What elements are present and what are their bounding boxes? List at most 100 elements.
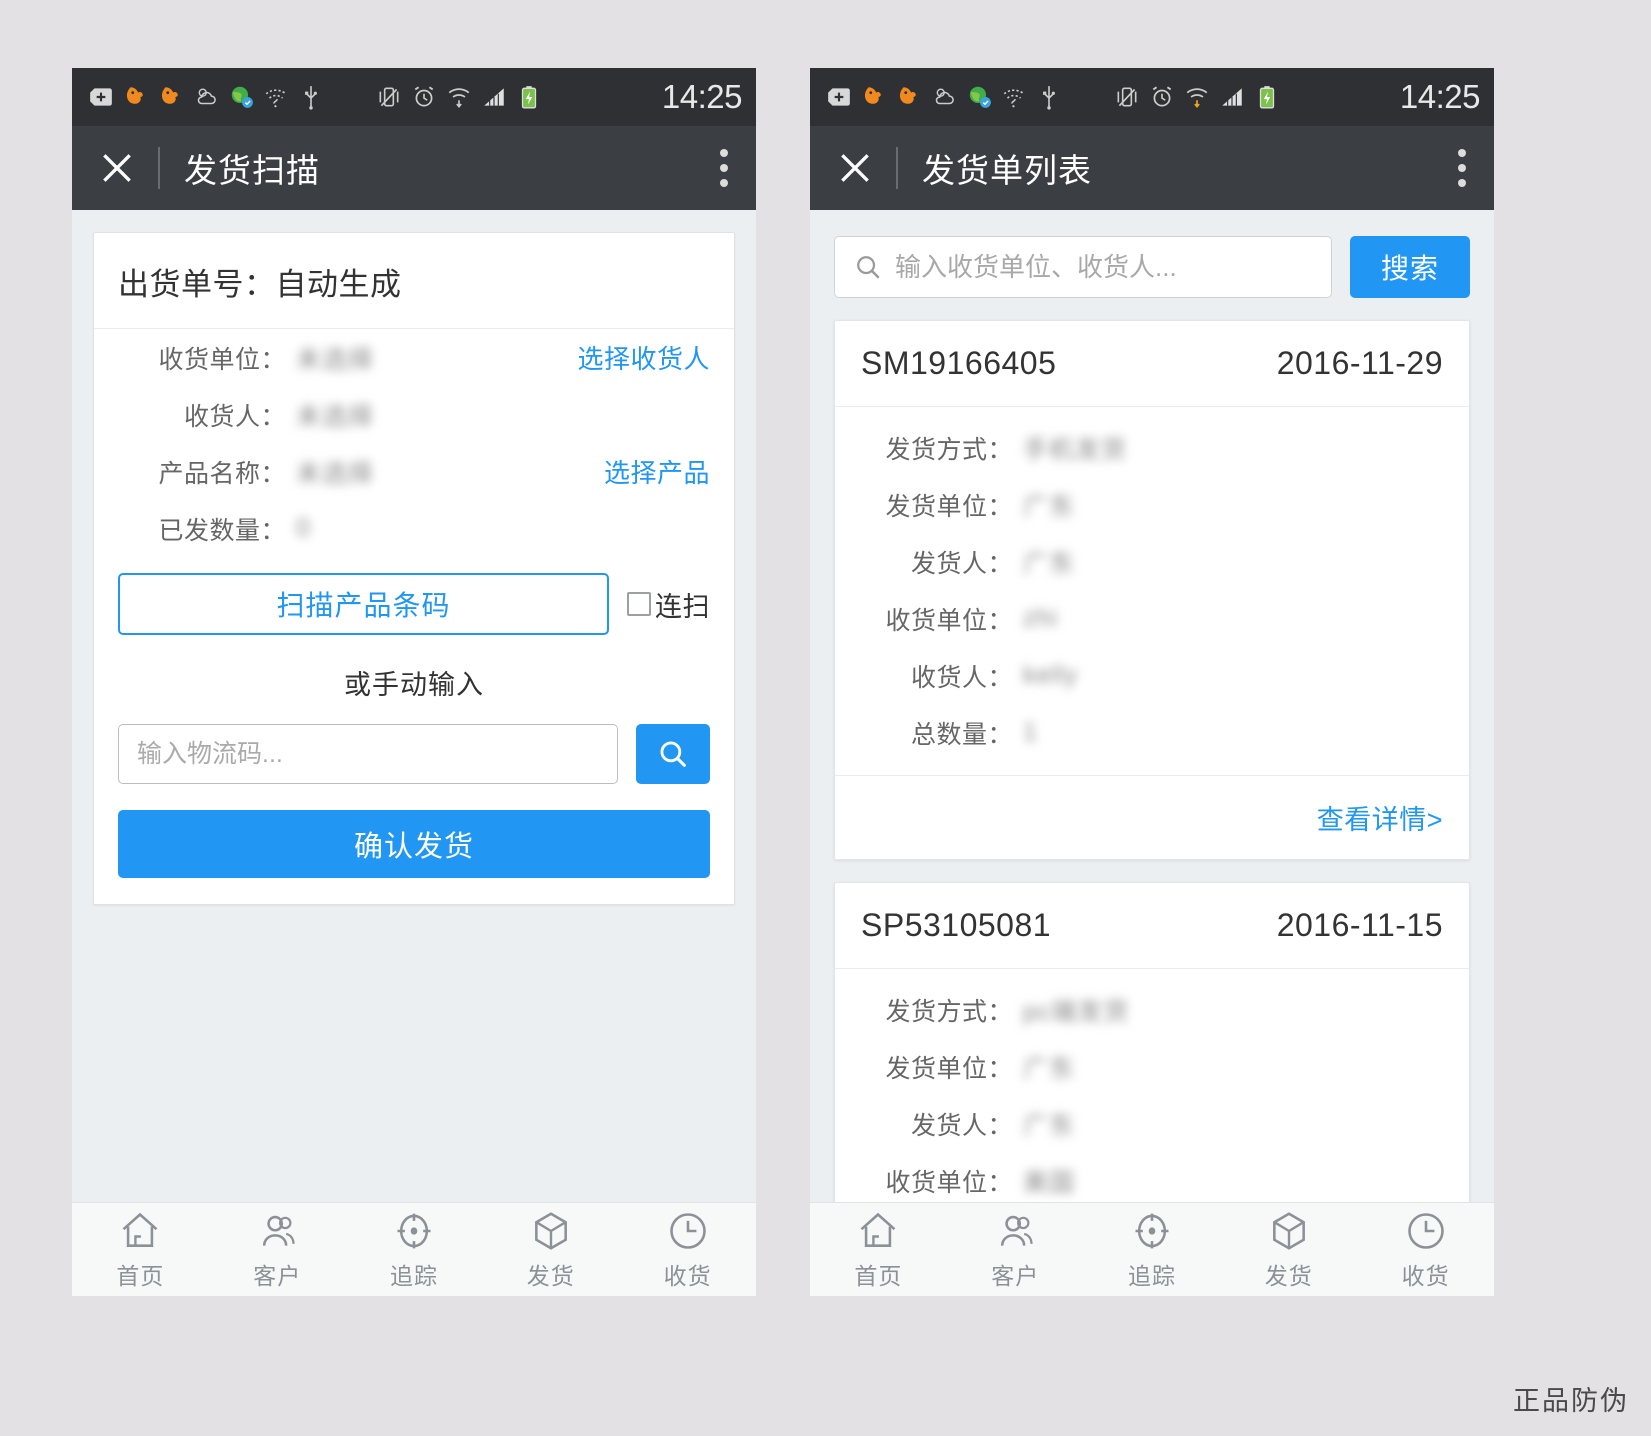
shipment-order-list: SM19166405 2016-11-29 发货方式： 手机发货 发货单位： 广…	[810, 298, 1494, 1224]
order-field-row: 发货人： 广东	[835, 533, 1469, 590]
order-field-value: 美国	[1023, 1168, 1076, 1197]
tab-tracking[interactable]: 追踪	[346, 1203, 483, 1296]
field-value: 未选择	[296, 402, 375, 431]
order-card-header: SP53105081 2016-11-15	[835, 883, 1469, 969]
status-icon-group	[826, 84, 1387, 110]
tab-home[interactable]: 首页	[810, 1203, 947, 1296]
usb-icon	[1043, 86, 1055, 110]
battery-charging-icon	[521, 86, 537, 109]
order-field-label: 收货人：	[910, 663, 1013, 692]
alarm-clock-icon	[414, 86, 434, 107]
order-card[interactable]: SP53105081 2016-11-15 发货方式： pc端发货 发货单位： …	[834, 882, 1470, 1224]
tab-shipping[interactable]: 发货	[1220, 1203, 1357, 1296]
page-title: 发货扫描	[184, 152, 320, 189]
close-icon[interactable]	[98, 149, 136, 187]
clock-icon	[669, 1212, 706, 1249]
view-detail-link[interactable]: 查看详情>	[1317, 805, 1443, 835]
continuous-scan-checkbox[interactable]: 连扫	[627, 585, 710, 624]
uc-browser-icon	[899, 87, 916, 104]
confirm-shipment-button[interactable]: 确认发货	[118, 810, 710, 878]
bottom-tabbar-left: 首页 客户 追踪 发货 收货	[72, 1202, 756, 1296]
kebab-menu-icon[interactable]	[1458, 149, 1466, 187]
search-field[interactable]	[834, 236, 1332, 298]
plus-badge-icon	[828, 88, 850, 106]
order-card[interactable]: SM19166405 2016-11-29 发货方式： 手机发货 发货单位： 广…	[834, 320, 1470, 860]
wifi-question-icon	[1003, 89, 1025, 108]
tab-label: 追踪	[1127, 1262, 1176, 1289]
wifi-question-icon	[265, 89, 287, 108]
shipment-list-body: 搜索 SM19166405 2016-11-29 发货方式： 手机发货 发	[810, 210, 1494, 1296]
tab-tracking[interactable]: 追踪	[1084, 1203, 1221, 1296]
app-bar-right: 发货单列表	[810, 126, 1494, 210]
field-label: 收货单位：	[158, 345, 286, 374]
close-icon[interactable]	[836, 149, 874, 187]
field-row-shipped-qty: 已发数量： 0	[94, 500, 734, 557]
tab-receiving[interactable]: 收货	[1357, 1203, 1494, 1296]
shipment-number-header: 出货单号：自动生成	[94, 233, 734, 329]
order-field-value: pc端发货	[1023, 997, 1130, 1026]
shipping-form-card: 出货单号：自动生成 收货单位： 未选择 选择收货人 收货人： 未选择 产品名称：…	[93, 232, 735, 905]
tab-label: 追踪	[389, 1262, 438, 1289]
phone-screen-shipping-scan: 14:25 发货扫描 出货单号：自动生成 收货单位： 未选择 选择收货人 收货人…	[72, 68, 756, 1296]
android-status-bar: 14:25	[72, 68, 756, 126]
tab-home[interactable]: 首页	[72, 1203, 209, 1296]
manual-input-hint: 或手动输入	[344, 670, 484, 700]
logistics-input-row	[94, 724, 734, 784]
search-icon	[857, 256, 880, 279]
search-logistics-button[interactable]	[636, 724, 710, 784]
order-field-value: 1	[1023, 718, 1038, 746]
order-field-row: 收货单位： zhi	[835, 590, 1469, 647]
tab-shipping[interactable]: 发货	[482, 1203, 619, 1296]
field-label: 收货人：	[183, 402, 286, 431]
search-icon	[660, 741, 686, 767]
select-product-link[interactable]: 选择产品	[604, 453, 710, 490]
logistics-code-input[interactable]	[118, 724, 618, 784]
tab-label: 收货	[663, 1262, 712, 1289]
search-bar: 搜索	[810, 210, 1494, 298]
order-field-value: kelly	[1023, 661, 1079, 689]
checkbox-box-icon[interactable]	[627, 592, 651, 616]
tab-label: 发货	[1264, 1262, 1313, 1289]
order-field-label: 发货单位：	[885, 1054, 1013, 1083]
order-field-label: 发货人：	[910, 549, 1013, 578]
tab-label: 首页	[116, 1262, 165, 1289]
usb-icon	[305, 86, 317, 110]
weather-cloud-icon	[197, 88, 216, 105]
order-card-body: 发货方式： 手机发货 发货单位： 广东 发货人： 广东 收货单位： zhi 收货…	[835, 407, 1469, 775]
order-field-label: 发货方式：	[885, 997, 1013, 1026]
order-card-body: 发货方式： pc端发货 发货单位： 广东 发货人： 广东 收货单位： 美国	[835, 969, 1469, 1223]
order-card-header: SM19166405 2016-11-29	[835, 321, 1469, 407]
appbar-divider	[158, 147, 160, 189]
uc-browser-icon	[161, 87, 178, 104]
order-field-label: 发货单位：	[885, 492, 1013, 521]
uc-browser-icon	[864, 87, 881, 104]
wifi-arrows-icon	[1186, 88, 1208, 109]
order-field-label: 总数量：	[910, 720, 1013, 749]
vibrate-off-icon	[1117, 87, 1137, 107]
order-field-row: 收货单位： 美国	[835, 1152, 1469, 1209]
scan-product-barcode-button[interactable]: 扫描产品条码	[118, 573, 609, 635]
order-field-label: 发货人：	[910, 1111, 1013, 1140]
app-bar-left: 发货扫描	[72, 126, 756, 210]
target-icon	[1135, 1213, 1169, 1248]
wifi-arrows-icon	[448, 88, 470, 109]
signal-bars-icon	[484, 88, 504, 106]
order-field-row: 发货单位： 广东	[835, 1038, 1469, 1095]
watermark-label: 正品防伪	[1513, 1386, 1629, 1416]
globe-sync-icon	[969, 86, 991, 108]
tab-customers[interactable]: 客户	[947, 1203, 1084, 1296]
field-label: 产品名称：	[158, 459, 286, 488]
order-field-value: zhi	[1023, 604, 1058, 632]
home-icon	[123, 1212, 158, 1247]
search-button[interactable]: 搜索	[1350, 236, 1470, 298]
select-consignee-link[interactable]: 选择收货人	[577, 339, 710, 376]
search-input[interactable]	[895, 251, 1313, 283]
order-field-value: 广东	[1023, 492, 1076, 521]
order-card-footer: 查看详情>	[835, 775, 1469, 859]
field-row-consignee: 收货人： 未选择	[94, 386, 734, 443]
users-icon	[1001, 1215, 1033, 1246]
tab-customers[interactable]: 客户	[209, 1203, 346, 1296]
order-field-label: 收货单位：	[885, 1168, 1013, 1197]
kebab-menu-icon[interactable]	[720, 149, 728, 187]
tab-receiving[interactable]: 收货	[619, 1203, 756, 1296]
